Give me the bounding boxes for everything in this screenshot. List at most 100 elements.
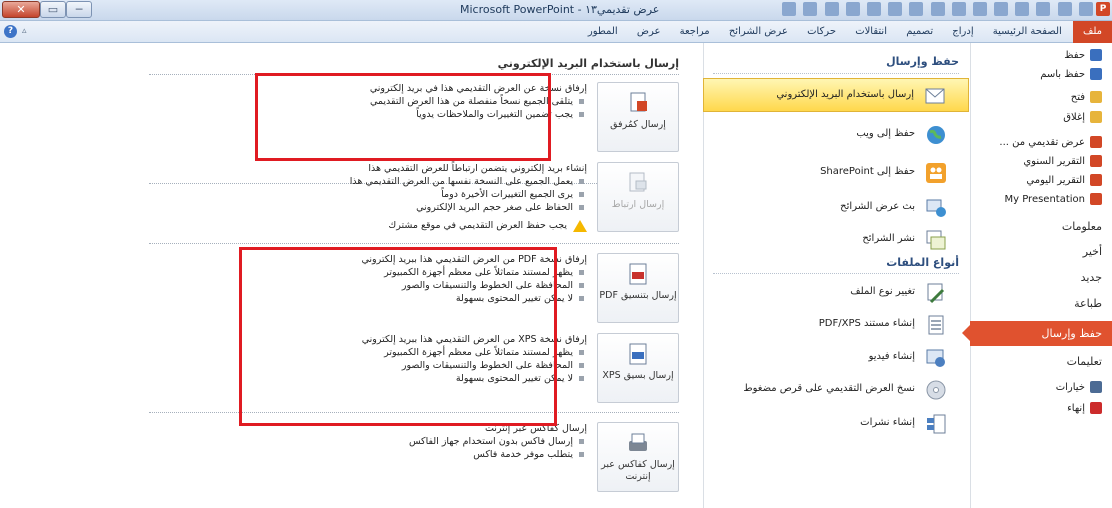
customize-qat-icon[interactable] [994,2,1009,16]
tab-review[interactable]: مراجعة [672,21,718,43]
nav-section-print[interactable]: طباعة [970,297,1112,310]
ppt-file-icon [1090,155,1102,167]
repeat-icon[interactable] [1015,2,1030,16]
option-bullet: يتطلب موفر خدمة فاكس [147,448,587,461]
link-icon [629,172,647,192]
create-pdf-xps-item[interactable]: إنشاء مستند PDF/XPS [703,308,969,342]
tab-file[interactable]: ملف [1072,21,1112,43]
option-bullet: إرسال فاكس بدون استخدام جهاز الفاكس [147,435,587,448]
send-link-option: إرسال ارتباط إنشاء بريد إلكتروني يتضمن ا… [139,157,679,237]
table-icon[interactable] [951,2,966,16]
package-cd-item[interactable]: نسخ العرض التقديمي على قرص مضغوط [703,373,969,407]
wordart-icon[interactable] [824,2,839,16]
tab-home[interactable]: الصفحة الرئيسية [985,21,1070,43]
create-video-item[interactable]: إنشاء فيديو [703,341,969,375]
item-label: بث عرض الشرائح [840,201,915,212]
item-label: إنشاء فيديو [868,351,915,362]
nav-item-exit[interactable]: إنهاء [970,402,1112,414]
create-handouts-item[interactable]: إنشاء نشرات [703,407,969,441]
textbox-icon[interactable] [845,2,860,16]
recent-file-item[interactable]: عرض تقديمي من ... [970,136,1112,148]
cd-icon [926,380,946,400]
tab-insert[interactable]: إدراج [944,21,981,43]
shapes-icon[interactable] [888,2,903,16]
ribbon-tab-bar: ملف الصفحة الرئيسية إدراج تصميم انتقالات… [0,21,1112,43]
divider [149,243,679,244]
save-icon [1090,49,1102,61]
panel-heading: إرسال باستخدام البريد الإلكتروني [497,57,679,70]
maximize-window-button[interactable]: ▭ [40,1,66,18]
item-label: نشر الشرائح [862,233,915,244]
help-icon[interactable]: ? [4,25,17,38]
broadcast-slideshow-item[interactable]: بث عرض الشرائح [703,191,969,225]
picture-icon[interactable] [909,2,924,16]
send-as-xps-button[interactable]: إرسال بسيق XPS [597,333,679,403]
item-label: تغيير نوع الملف [850,286,915,297]
redo-icon[interactable] [1036,2,1051,16]
ribbon-minimize-icon[interactable]: ▵ [22,26,27,36]
minimize-window-button[interactable]: ─ [66,1,92,18]
item-label: إنشاء مستند PDF/XPS [818,318,915,329]
save-icon[interactable] [1078,2,1093,16]
nav-item-open[interactable]: فتح [970,91,1112,103]
nav-item-save-as[interactable]: حفظ باسم [970,68,1112,80]
send-email-panel: إرسال باستخدام البريد الإلكتروني إرسال ك… [145,43,701,508]
change-file-type-item[interactable]: تغيير نوع الملف [703,276,969,310]
backstage-nav: حفظ حفظ باسم فتح إغلاق عرض تقديمي من ...… [962,43,1112,508]
highlight-box-pdf-xps [239,247,557,426]
tab-animations[interactable]: حركات [799,21,844,43]
highlight-box-attachment [255,73,551,161]
tab-design[interactable]: تصميم [898,21,941,43]
option-description: إنشاء بريد إلكتروني يتضمن ارتباطاً للعرض… [368,163,587,174]
recent-file-item[interactable]: التقرير اليومي [970,174,1112,186]
tab-slideshow[interactable]: عرض الشرائح [721,21,796,43]
layout-icon[interactable] [803,2,818,16]
change-type-icon [927,283,945,304]
save-send-column: حفظ وإرسال إرسال باستخدام البريد الإلكتر… [703,43,969,508]
close-folder-icon [1090,111,1102,123]
send-internet-fax-button[interactable]: إرسال كفاكس عبر إنترنت [597,422,679,492]
recent-file-item[interactable]: التقرير السنوي [970,155,1112,167]
ppt-file-icon [1090,193,1102,205]
globe-icon [927,126,945,144]
powerpoint-app-icon[interactable]: P [1096,2,1110,16]
tab-transitions[interactable]: انتقالات [847,21,895,43]
nav-item-save[interactable]: حفظ [970,49,1112,61]
broadcast-icon [926,199,946,217]
button-label: إرسال بتنسيق PDF [599,290,677,301]
quick-access-toolbar: P [680,2,1110,19]
nav-section-recent[interactable]: أخير [970,245,1112,258]
email-icon [925,88,945,104]
smartart-icon[interactable] [866,2,881,16]
exit-icon [1090,402,1102,414]
divider [713,273,959,274]
window-title: Microsoft PowerPoint - عرض تقديمي١٣ [460,3,660,16]
undo-icon[interactable] [1057,2,1072,16]
option-bullet: يعمل الجميع على النسخة نفسها من العرض ال… [147,175,587,188]
save-as-icon [1090,68,1102,80]
title-bar: ✕ ▭ ─ Microsoft PowerPoint - عرض تقديمي١… [0,0,1112,21]
tab-view[interactable]: عرض [629,21,669,43]
button-label: إرسال ارتباط [611,199,665,210]
send-email-item[interactable]: إرسال باستخدام البريد الإلكتروني [703,78,969,112]
publish-slides-item[interactable]: نشر الشرائح [703,223,969,257]
xps-icon [629,343,647,365]
nav-item-close[interactable]: إغلاق [970,111,1112,123]
save-to-web-item[interactable]: حفظ إلى ويب [703,118,969,152]
sharepoint-icon [926,163,946,183]
recent-file-item[interactable]: My Presentation [970,193,1112,205]
nav-section-help[interactable]: تعليمات [970,355,1112,368]
slide-icon[interactable] [972,2,987,16]
chart-icon[interactable] [930,2,945,16]
nav-section-new[interactable]: جديد [970,271,1112,284]
nav-section-info[interactable]: معلومات [970,220,1112,233]
nav-item-options[interactable]: خيارات [970,381,1112,393]
send-as-attachment-button[interactable]: إرسال كمُرفق [597,82,679,152]
send-as-pdf-button[interactable]: إرسال بتنسيق PDF [597,253,679,323]
nav-section-save-send[interactable]: حفظ وإرسال [962,321,1112,346]
publish-slides-icon [926,230,946,250]
tab-developer[interactable]: المطور [580,21,626,43]
save-to-sharepoint-item[interactable]: حفظ إلى SharePoint [703,156,969,190]
close-window-button[interactable]: ✕ [2,1,40,18]
new-slide-icon[interactable] [782,2,797,16]
